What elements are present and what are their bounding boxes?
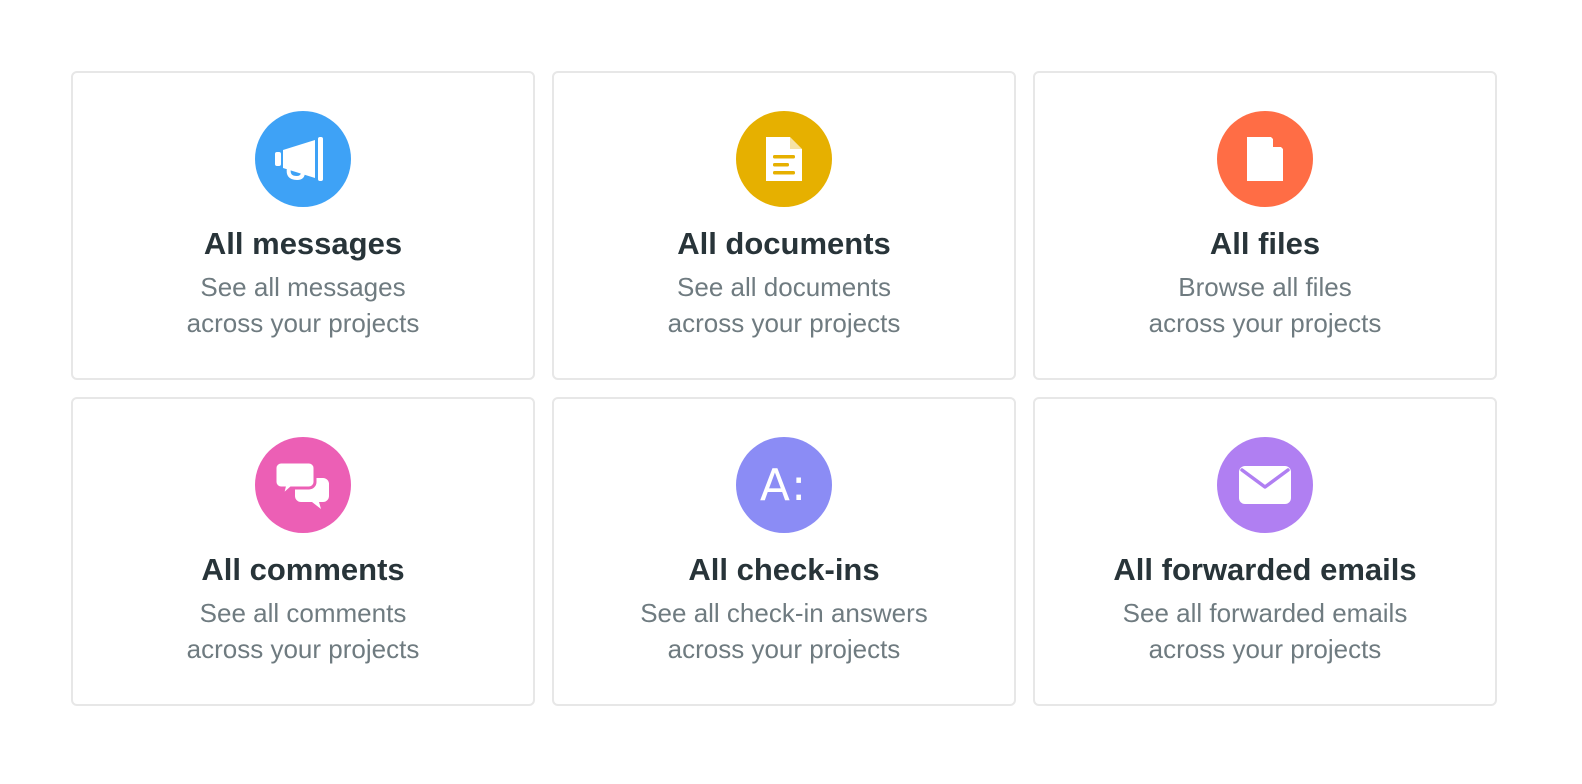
checkin-icon-glyph: A: xyxy=(759,459,809,511)
card-description: See all messages across your projects xyxy=(187,269,420,341)
card-description: Browse all files across your projects xyxy=(1149,269,1382,341)
card-title: All comments xyxy=(201,552,405,587)
card-desc-line: across your projects xyxy=(1148,308,1382,338)
card-all-files[interactable]: All files Browse all files across your p… xyxy=(1033,71,1497,380)
card-title: All check-ins xyxy=(688,552,880,587)
card-title: All documents xyxy=(677,226,891,261)
card-title: All messages xyxy=(203,226,403,261)
card-description: See all comments across your projects xyxy=(187,595,420,667)
megaphone-icon xyxy=(255,111,351,207)
card-all-forwarded-emails[interactable]: All forwarded emails See all forwarded e… xyxy=(1033,397,1497,706)
document-icon xyxy=(736,111,832,207)
card-desc-line: across your projects xyxy=(667,634,901,664)
card-desc-line: across your projects xyxy=(667,308,901,338)
reports-grid: All messages See all messages across you… xyxy=(71,71,1497,706)
card-desc-line: See all check-in answers xyxy=(640,598,928,628)
card-desc-line: across your projects xyxy=(1148,634,1382,664)
card-desc-line: across your projects xyxy=(186,634,420,664)
card-description: See all forwarded emails across your pro… xyxy=(1123,595,1408,667)
card-all-messages[interactable]: All messages See all messages across you… xyxy=(71,71,535,380)
card-desc-line: See all forwarded emails xyxy=(1122,598,1408,628)
envelope-icon xyxy=(1217,437,1313,533)
file-icon xyxy=(1217,111,1313,207)
card-all-comments[interactable]: All comments See all comments across you… xyxy=(71,397,535,706)
card-title: All files xyxy=(1209,226,1321,261)
speech-bubbles-icon xyxy=(255,437,351,533)
card-desc-line: See all messages xyxy=(200,272,406,302)
card-desc-line: across your projects xyxy=(186,308,420,338)
card-description: See all documents across your projects xyxy=(668,269,901,341)
card-desc-line: See all comments xyxy=(199,598,407,628)
card-description: See all check-in answers across your pro… xyxy=(640,595,928,667)
card-desc-line: Browse all files xyxy=(1178,272,1352,302)
checkin-answer-icon: A: xyxy=(736,437,832,533)
card-desc-line: See all documents xyxy=(677,272,891,302)
card-all-check-ins[interactable]: A: All check-ins See all check-in answer… xyxy=(552,397,1016,706)
card-all-documents[interactable]: All documents See all documents across y… xyxy=(552,71,1016,380)
card-title: All forwarded emails xyxy=(1113,552,1417,587)
